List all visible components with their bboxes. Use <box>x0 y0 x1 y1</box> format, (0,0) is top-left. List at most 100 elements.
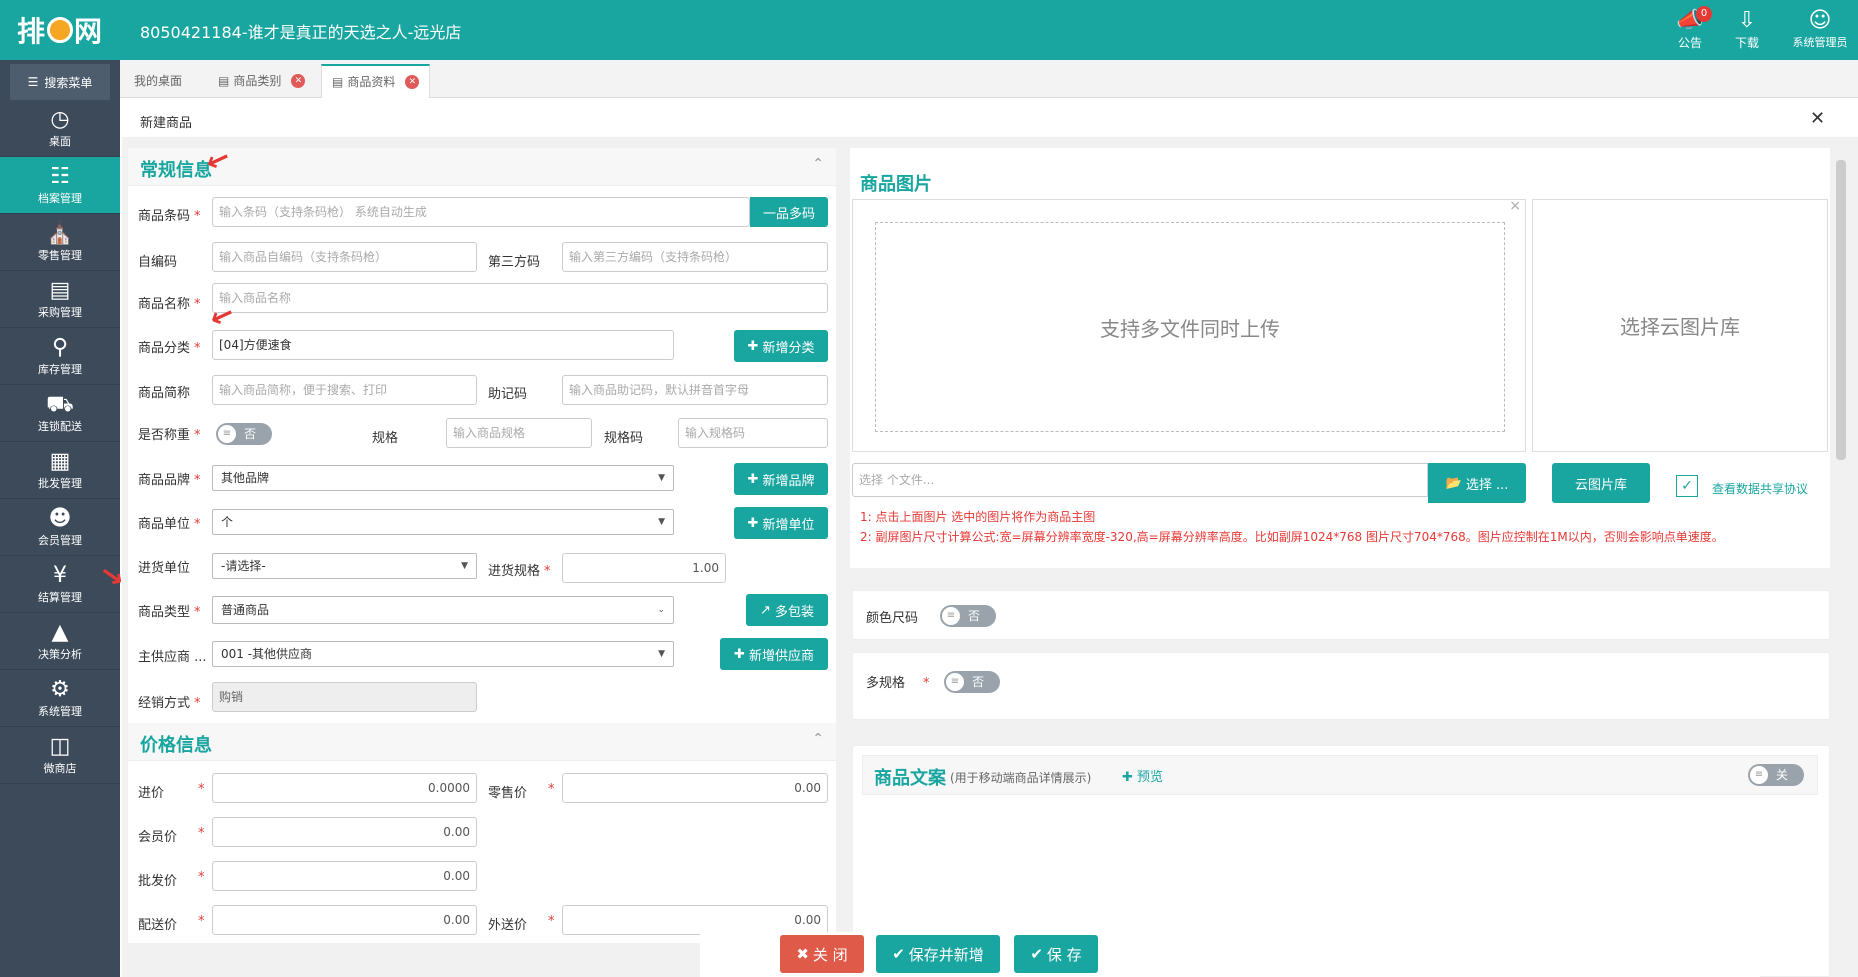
upload-box[interactable]: × 支持多文件同时上传 <box>852 198 1526 452</box>
plus-icon: ✚ <box>747 515 759 531</box>
dialog-header <box>122 100 1858 138</box>
select-file-button[interactable]: 📂 选择 ... <box>1428 463 1526 503</box>
label-text: 商品类型 <box>138 605 191 620</box>
share-agreement-link[interactable]: 查看数据共享协议 <box>1712 480 1808 497</box>
selfcode-input[interactable]: 输入商品自编码（支持条码枪） <box>212 242 477 272</box>
button-label: 选择 ... <box>1465 477 1509 493</box>
color-size-toggle[interactable]: ≡ 否 <box>940 605 996 627</box>
sidebar-item-member[interactable]: ☻ 会员管理 <box>0 499 120 556</box>
chevron-up-icon[interactable]: ⌃ <box>812 156 824 172</box>
doc-icon: ▤ <box>332 75 344 89</box>
color-size-label: 颜色尺码 <box>866 611 919 626</box>
sidebar-item-purchase[interactable]: ▤ 采购管理 <box>0 271 120 328</box>
close-icon[interactable]: ✕ <box>1810 108 1825 129</box>
purchase-unit-select[interactable]: -请选择- ▼ <box>212 553 477 579</box>
save-button[interactable]: ✔ 保 存 <box>1014 935 1098 973</box>
notice-label: 公告 <box>1677 36 1702 50</box>
purchase-spec-label: 进货规格 * <box>488 564 551 579</box>
cloud-library-button[interactable]: 云图片库 <box>1552 463 1650 503</box>
image-note-2: 2: 副屏图片尺寸计算公式:宽=屏幕分辨率宽度-320,高=屏幕分辨率高度。比如… <box>860 530 1724 544</box>
short-name-input[interactable]: 输入商品简称，便于搜索、打印 <box>212 375 477 405</box>
required-mark: * <box>198 870 205 885</box>
label-text: 商品单位 <box>138 517 191 532</box>
save-and-new-button[interactable]: ✔ 保存并新增 <box>876 935 1000 973</box>
upload-dropzone[interactable]: 支持多文件同时上传 <box>875 222 1505 432</box>
sidebar-item-archives[interactable]: ☷ 档案管理 <box>0 157 120 214</box>
tab-my-desktop[interactable]: 我的桌面 <box>124 64 192 98</box>
barcode-input[interactable]: 输入条码（支持条码枪） 系统自动生成 <box>212 197 750 227</box>
copy-title: 商品文案 <box>874 768 946 789</box>
close-icon[interactable]: × <box>1509 198 1521 214</box>
tab-category[interactable]: ▤ 商品类别 ✕ <box>208 64 315 98</box>
plus-icon: ✚ <box>747 338 759 354</box>
download-button[interactable]: ⇩ 下载 <box>1717 8 1777 51</box>
sidebar-item-system[interactable]: ⚙ 系统管理 <box>0 670 120 727</box>
sidebar-item-label: 采购管理 <box>38 306 82 319</box>
sidebar-item-retail[interactable]: ⛪ 零售管理 <box>0 214 120 271</box>
sidebar-item-label: 微商店 <box>43 762 77 775</box>
spec-code-input[interactable]: 输入规格码 <box>678 418 828 448</box>
delivery-price-input[interactable]: 0.00 <box>212 905 477 935</box>
multi-pack-button[interactable]: ↗ 多包装 <box>746 594 828 626</box>
sidebar-item-analysis[interactable]: ▲ 决策分析 <box>0 613 120 670</box>
multi-barcode-button[interactable]: 一品多码 <box>750 197 828 227</box>
user-label: 系统管理员 <box>1792 36 1848 49</box>
wholesale-icon: ▦ <box>49 449 71 474</box>
member-price-input[interactable]: 0.00 <box>212 817 477 847</box>
user-menu[interactable]: ☺ 系统管理员 <box>1785 8 1855 50</box>
type-select[interactable]: 普通商品 ⌄ <box>212 596 674 624</box>
category-input[interactable]: [04]方便速食 <box>212 330 674 360</box>
purchase-spec-input[interactable]: 1.00 <box>562 553 726 583</box>
required-mark: * <box>198 914 205 929</box>
select-value: -请选择- <box>221 559 266 573</box>
sidebar-item-delivery[interactable]: ⛟ 连锁配送 <box>0 385 120 442</box>
thirdcode-input[interactable]: 输入第三方编码（支持条码枪） <box>562 242 828 272</box>
sidebar-item-desktop[interactable]: ◷ 桌面 <box>0 100 120 157</box>
sidebar-item-microstore[interactable]: ◫ 微商店 <box>0 727 120 784</box>
tab-product[interactable]: ▤ 商品资料 ✕ <box>321 64 431 98</box>
unit-select[interactable]: 个 ▼ <box>212 509 674 535</box>
cost-input[interactable]: 0.0000 <box>212 773 477 803</box>
select-value: 个 <box>221 515 234 529</box>
chevron-up-icon[interactable]: ⌃ <box>812 731 824 747</box>
external-price-input[interactable]: 0.00 <box>562 905 828 935</box>
cloud-library-box[interactable]: 选择云图片库 <box>1532 199 1828 452</box>
image-title: 商品图片 <box>860 174 932 195</box>
close-button[interactable]: ✖ 关 闭 <box>780 935 864 973</box>
toggle-text: 否 <box>968 609 981 623</box>
mode-label: 经销方式 * <box>138 696 201 711</box>
external-link-icon: ↗ <box>760 602 771 618</box>
spec-input[interactable]: 输入商品规格 <box>446 418 592 448</box>
add-category-button[interactable]: ✚ 新增分类 <box>734 330 828 362</box>
retail-input[interactable]: 0.00 <box>562 773 828 803</box>
selfcode-label: 自编码 <box>138 255 178 270</box>
share-checkbox[interactable]: ✓ <box>1676 475 1698 497</box>
link-label: 预览 <box>1137 770 1164 785</box>
general-header[interactable]: 常规信息 ⌃ <box>128 148 836 186</box>
add-brand-button[interactable]: ✚ 新增品牌 <box>734 463 828 495</box>
sidebar-item-wholesale[interactable]: ▦ 批发管理 <box>0 442 120 499</box>
file-input[interactable]: 选择 个文件... <box>852 463 1428 497</box>
mnemonic-input[interactable]: 输入商品助记码，默认拼音首字母 <box>562 375 828 405</box>
wholesale-price-input[interactable]: 0.00 <box>212 861 477 891</box>
weigh-toggle[interactable]: ≡ 否 <box>216 423 272 445</box>
tab-close-icon[interactable]: ✕ <box>405 75 420 89</box>
supplier-select[interactable]: 001 -其他供应商 ▼ <box>212 641 674 667</box>
notice-button[interactable]: 📣 0 公告 <box>1660 6 1720 51</box>
preview-link[interactable]: ✚ 预览 <box>1122 766 1163 785</box>
copy-toggle[interactable]: ≡ 关 <box>1748 764 1804 786</box>
add-supplier-button[interactable]: ✚ 新增供应商 <box>720 638 828 670</box>
add-unit-button[interactable]: ✚ 新增单位 <box>734 507 828 539</box>
select-value: 其他品牌 <box>221 471 270 485</box>
price-header[interactable]: 价格信息 ⌃ <box>128 723 836 761</box>
sidebar: ☰ 搜索菜单 ◷ 桌面 ☷ 档案管理 ⛪ 零售管理 ▤ 采购管理 ⚲ 库存管理 ⛟ 连锁配送 … <box>0 60 120 977</box>
sidebar-item-inventory[interactable]: ⚲ 库存管理 <box>0 328 120 385</box>
brand-select[interactable]: 其他品牌 ▼ <box>212 465 674 491</box>
thirdcode-label: 第三方码 <box>488 255 541 270</box>
name-input[interactable]: 输入商品名称 <box>212 283 828 313</box>
scrollbar[interactable] <box>1836 160 1846 460</box>
search-menu-button[interactable]: ☰ 搜索菜单 <box>10 64 110 100</box>
sidebar-item-label: 档案管理 <box>38 192 82 205</box>
tab-close-icon[interactable]: ✕ <box>291 74 306 88</box>
multi-spec-toggle[interactable]: ≡ 否 <box>944 671 1000 693</box>
